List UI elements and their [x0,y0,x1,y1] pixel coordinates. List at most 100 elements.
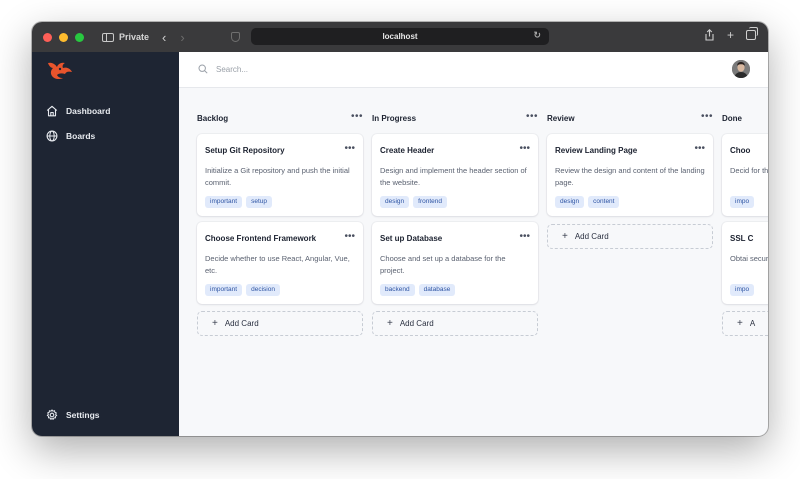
card-description: Decid for th [730,166,768,175]
card[interactable]: Set up Database ••• Choose and set up a … [372,222,538,304]
plus-icon: + [387,317,393,329]
card[interactable]: SSL C Obtai secur impo [722,222,768,304]
tag: impo [730,284,755,296]
sidebar-item-settings[interactable]: Settings [46,409,100,421]
add-card-button[interactable]: + Add Card [547,224,713,249]
column-title: Review [547,114,575,123]
search-input[interactable] [216,62,416,77]
card-description: Decide whether to use React, Angular, Vu… [205,254,350,275]
sidebar-item-label: Boards [66,131,96,141]
column-header: In Progress ••• [372,111,538,126]
share-icon[interactable] [704,29,715,41]
tag: decision [246,284,280,296]
tag-list: important decision [205,284,280,296]
column-header: Review ••• [547,111,713,126]
column-title: In Progress [372,114,417,123]
column-title: Done [722,114,742,123]
sidebar: Dashboard Boards Settings [32,52,179,436]
url-text: localhost [382,32,418,41]
card-description: Obtai secur [730,254,768,263]
tag-list: impo [730,196,755,208]
card-more-icon[interactable]: ••• [519,143,530,154]
card-title: Setup Git Repository [205,146,285,155]
card-title: Set up Database [380,234,443,243]
card-title: SSL C [730,234,754,243]
card[interactable]: Choo Decid for th impo [722,134,768,216]
column-header: Backlog ••• [197,111,363,126]
card-description: Initialize a Git repository and push the… [205,166,350,187]
card[interactable]: Choose Frontend Framework ••• Decide whe… [197,222,363,304]
add-card-button[interactable]: + A [722,311,768,336]
add-card-label: Add Card [224,319,259,328]
card[interactable]: Setup Git Repository ••• Initialize a Gi… [197,134,363,216]
tag: backend [380,284,415,296]
card-more-icon[interactable]: ••• [344,231,355,242]
column-title: Backlog [197,114,229,123]
home-icon [46,105,58,117]
tag: important [205,196,243,208]
add-card-label: A [749,319,756,328]
gear-icon [46,409,58,420]
back-arrow-icon[interactable]: ‹ [162,31,166,44]
tag-list: impo [730,284,755,296]
card-more-icon[interactable]: ••• [344,143,355,154]
globe-icon [46,130,58,142]
avatar[interactable] [732,60,750,78]
plus-icon: + [212,317,218,329]
card-title: Create Header [380,146,435,155]
private-label: Private [119,32,150,42]
card-description: Choose and set up a database for the pro… [380,254,506,275]
card-more-icon[interactable]: ••• [694,143,705,154]
plus-icon: + [737,317,743,329]
tab-overview-icon[interactable] [746,27,758,40]
card-description: Review the design and content of the lan… [555,166,705,187]
sidebar-item-boards[interactable]: Boards [46,130,95,142]
forward-arrow-icon[interactable]: › [180,31,184,44]
tag: important [205,284,243,296]
card-title: Choo [730,146,751,155]
column-more-icon[interactable]: ••• [701,111,713,122]
column-more-icon[interactable]: ••• [351,111,363,122]
tag: content [588,196,620,208]
traffic-lights [43,32,84,42]
top-bar [179,52,768,88]
tag: design [555,196,585,208]
add-card-button[interactable]: + Add Card [197,311,363,336]
add-card-button[interactable]: + Add Card [372,311,538,336]
shield-icon[interactable] [231,32,240,42]
column-more-icon[interactable]: ••• [526,111,538,122]
card-title: Review Landing Page [555,146,638,155]
browser-titlebar: Private ‹ › localhost ↻ + [32,22,768,52]
sidebar-toggle-icon[interactable] [102,32,114,42]
add-card-label: Add Card [574,232,609,241]
card-description: Design and implement the header section … [380,166,527,187]
minimize-window-button[interactable] [59,32,68,42]
card-more-icon[interactable]: ••• [519,231,530,242]
tag-list: backend database [380,284,456,296]
tag-list: design content [555,196,620,208]
plus-icon: + [562,230,568,242]
sidebar-item-label: Settings [66,410,100,420]
zoom-window-button[interactable] [75,32,84,42]
card[interactable]: Review Landing Page ••• Review the desig… [547,134,713,216]
sidebar-item-label: Dashboard [66,106,111,116]
card[interactable]: Create Header ••• Design and implement t… [372,134,538,216]
app-logo-icon [48,62,72,80]
new-tab-icon[interactable]: + [727,29,734,41]
tag-list: important setup [205,196,273,208]
sidebar-item-dashboard[interactable]: Dashboard [46,105,110,117]
user-avatar-icon [732,60,750,78]
tag: impo [730,196,755,208]
tag-list: design frontend [380,196,448,208]
add-card-label: Add Card [399,319,434,328]
column-header: Done [722,114,768,126]
reload-icon[interactable]: ↻ [533,30,541,41]
kanban-board: Backlog ••• Setup Git Repository ••• Ini… [179,89,768,436]
tag: setup [246,196,273,208]
search-icon [198,64,208,74]
close-window-button[interactable] [43,32,52,42]
card-title: Choose Frontend Framework [205,234,317,243]
tag: frontend [413,196,448,208]
tag: database [418,284,456,296]
address-bar[interactable]: localhost ↻ [251,28,549,45]
